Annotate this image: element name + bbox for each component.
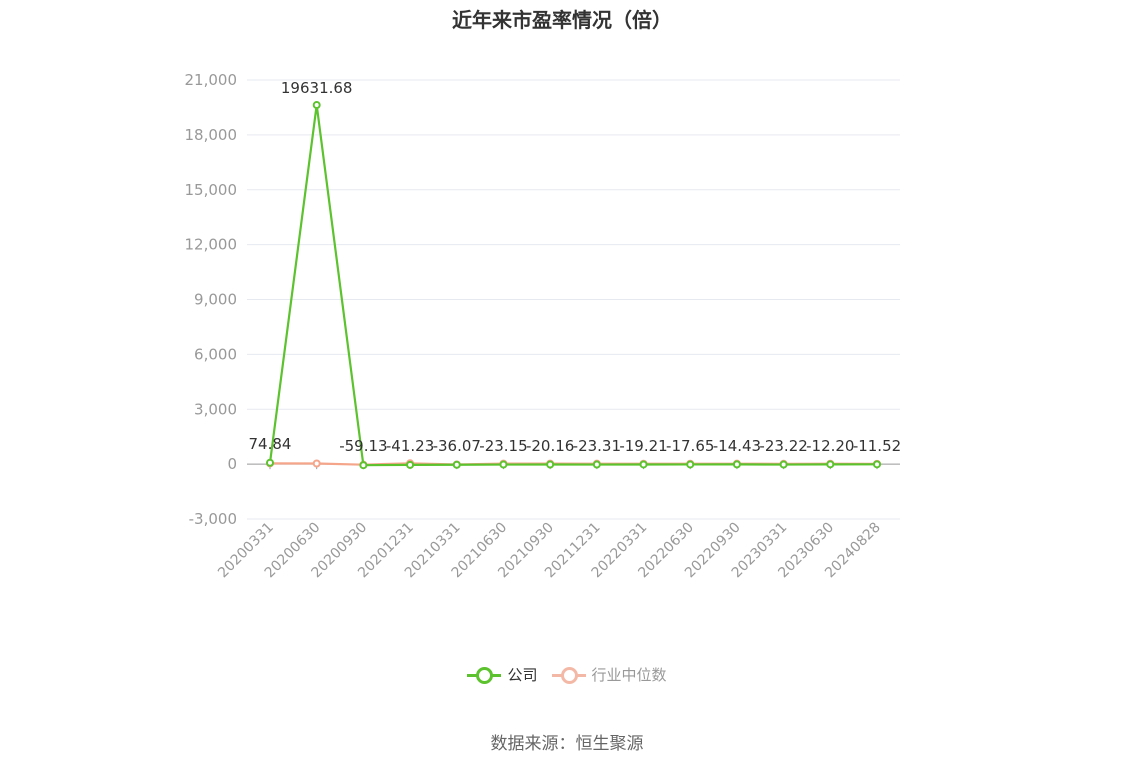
company-data-point — [639, 460, 648, 469]
legend: 公司 行业中位数 — [0, 664, 1134, 685]
line-chart: 21,000 18,000 15,000 12,000 9,000 6,000 3,000 0… — [185, 71, 902, 581]
legend-label-industry: 行业中位数 — [591, 666, 667, 684]
y-tick-label: 3,000 — [194, 400, 237, 418]
legend-item-industry[interactable]: 行业中位数 — [551, 664, 667, 685]
data-label: -36.07 — [433, 437, 481, 455]
data-label: -59.13 — [339, 437, 387, 455]
company-data-point — [359, 461, 368, 470]
data-label: 19631.68 — [281, 79, 353, 97]
company-data-point — [732, 460, 741, 469]
y-tick-label: 6,000 — [194, 345, 237, 363]
data-label: -19.21 — [619, 437, 667, 455]
series-lines — [266, 101, 881, 470]
y-tick-label: 18,000 — [185, 126, 238, 144]
y-tick-label: 15,000 — [185, 181, 238, 199]
data-label: -23.15 — [479, 437, 527, 455]
legend-item-company[interactable]: 公司 — [467, 664, 538, 685]
data-label: -20.16 — [526, 437, 574, 455]
company-data-point — [499, 460, 508, 469]
y-tick-label: -3,000 — [189, 510, 237, 528]
company-data-point — [452, 460, 461, 469]
y-tick-label: 9,000 — [194, 291, 237, 309]
company-data-point — [592, 460, 601, 469]
y-tick-label: 12,000 — [185, 236, 238, 254]
data-labels: 74.84 19631.68 -59.13-41.23-36.07-23.15-20… — [249, 79, 902, 455]
company-data-point — [406, 460, 415, 469]
company-data-point — [546, 460, 555, 469]
data-label: -23.31 — [573, 437, 621, 455]
industry-line-icon — [551, 666, 586, 684]
data-label: -14.43 — [713, 437, 761, 455]
y-tick-label: 0 — [227, 455, 237, 473]
data-label: -12.20 — [806, 437, 854, 455]
company-data-point — [686, 460, 695, 469]
legend-label-company: 公司 — [507, 666, 538, 684]
data-label: -11.52 — [853, 437, 901, 455]
company-line-icon — [467, 666, 502, 684]
company-data-point — [266, 458, 274, 467]
company-data-point — [826, 460, 835, 469]
company-data-point — [312, 101, 321, 110]
data-label: 74.84 — [249, 435, 292, 453]
company-series-line — [268, 103, 878, 467]
source-note: 数据来源：恒生聚源 — [490, 734, 644, 754]
company-data-point — [873, 460, 881, 469]
y-tick-label: 21,000 — [185, 71, 238, 89]
data-label: -23.22 — [759, 437, 807, 455]
axes: 21,000 18,000 15,000 12,000 9,000 6,000 3,000 0… — [185, 71, 884, 581]
industry-data-point — [312, 459, 321, 468]
data-label: -41.23 — [386, 437, 434, 455]
data-label: -17.65 — [666, 437, 714, 455]
company-data-point — [779, 460, 788, 469]
